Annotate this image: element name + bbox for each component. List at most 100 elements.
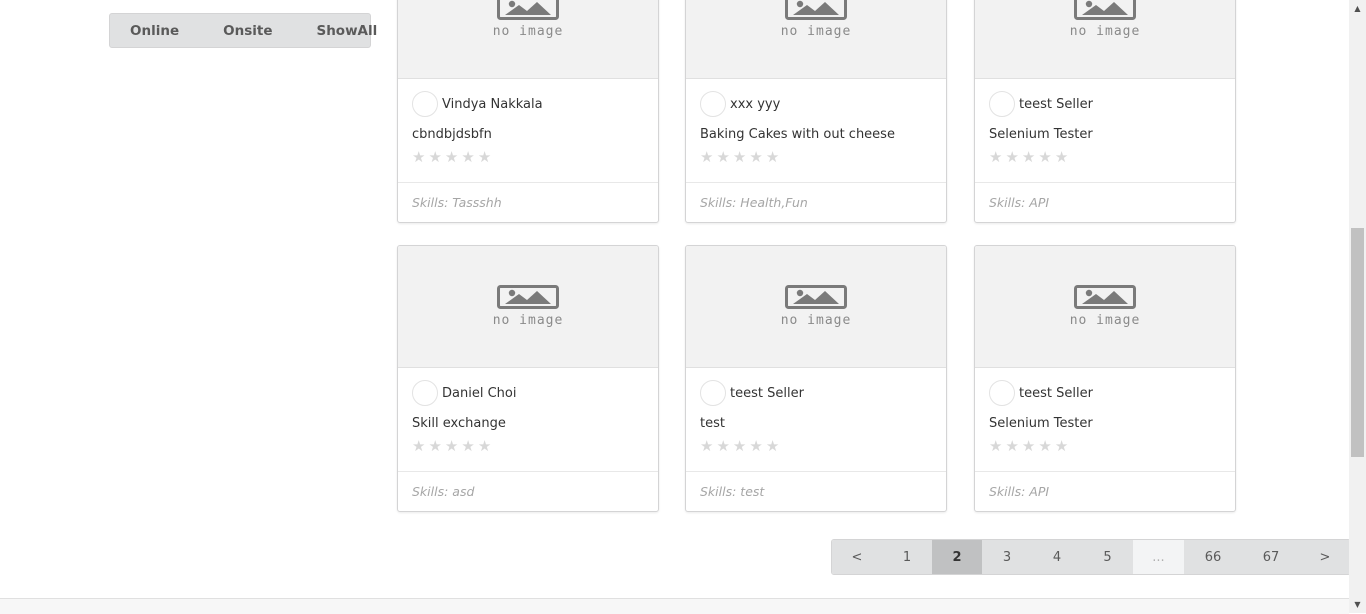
- star-icon: ★: [700, 437, 714, 455]
- image-placeholder-icon: [785, 0, 847, 20]
- image-placeholder-icon: [497, 285, 559, 309]
- no-image-caption: no image: [780, 313, 852, 328]
- avatar[interactable]: [700, 380, 726, 406]
- avatar[interactable]: [700, 91, 726, 117]
- star-icon: ★: [749, 148, 763, 166]
- service-card[interactable]: no image Vindya Nakkala cbndbjdsbfn ★ ★ ★ ★ ★ Sk…: [397, 0, 659, 223]
- seller-name[interactable]: Vindya Nakkala: [442, 97, 543, 112]
- service-card[interactable]: no image teest Seller test ★ ★ ★ ★ ★ Skills: tes…: [685, 245, 947, 512]
- seller-name[interactable]: Daniel Choi: [442, 386, 516, 401]
- pagination-page-66[interactable]: 66: [1184, 540, 1242, 574]
- service-title[interactable]: Baking Cakes with out cheese: [700, 127, 895, 142]
- star-icon: ★: [989, 437, 1003, 455]
- card-image-placeholder[interactable]: no image: [686, 0, 946, 79]
- image-placeholder-icon: [497, 0, 559, 20]
- seller-row[interactable]: Daniel Choi: [412, 380, 516, 406]
- avatar[interactable]: [412, 380, 438, 406]
- card-image-placeholder[interactable]: no image: [398, 246, 658, 368]
- service-title[interactable]: Skill exchange: [412, 416, 506, 431]
- star-icon: ★: [477, 148, 492, 166]
- star-icon: ★: [461, 148, 475, 166]
- service-card[interactable]: no image xxx yyy Baking Cakes with out che…: [685, 0, 947, 223]
- filter-online-button[interactable]: Online: [110, 14, 199, 47]
- rating-stars: ★ ★ ★ ★ ★: [412, 439, 491, 454]
- card-divider: [975, 182, 1235, 183]
- no-image-caption: no image: [1069, 313, 1141, 328]
- pagination-next-button[interactable]: >: [1300, 540, 1350, 574]
- skills-text: Skills: API: [989, 484, 1050, 499]
- vertical-scrollbar[interactable]: ▲ ▼: [1349, 0, 1366, 613]
- image-placeholder-icon: [1074, 285, 1136, 309]
- pagination: < 1 2 3 4 5 ... 66 67 >: [831, 539, 1351, 575]
- star-icon: ★: [461, 437, 475, 455]
- seller-row[interactable]: teest Seller: [989, 380, 1093, 406]
- service-title[interactable]: test: [700, 416, 725, 431]
- star-icon: ★: [1054, 148, 1069, 166]
- star-icon: ★: [1021, 148, 1036, 166]
- star-icon: ★: [1038, 437, 1052, 455]
- no-image-caption: no image: [1069, 24, 1141, 39]
- star-icon: ★: [716, 437, 730, 455]
- footer-divider: [0, 598, 1349, 614]
- seller-name[interactable]: teest Seller: [1019, 386, 1093, 401]
- image-placeholder-icon: [1074, 0, 1136, 20]
- star-icon: ★: [428, 148, 442, 166]
- avatar[interactable]: [412, 91, 438, 117]
- service-card[interactable]: no image teest Seller Selenium Tester ★ ★ ★ ★ ★…: [974, 0, 1236, 223]
- star-icon: ★: [444, 148, 459, 166]
- card-divider: [686, 471, 946, 472]
- pagination-page-3[interactable]: 3: [982, 540, 1032, 574]
- filter-onsite-button[interactable]: Onsite: [199, 14, 294, 47]
- no-image-caption: no image: [492, 313, 564, 328]
- service-title[interactable]: Selenium Tester: [989, 127, 1093, 142]
- star-icon: ★: [1005, 437, 1019, 455]
- card-image-placeholder[interactable]: no image: [686, 246, 946, 368]
- card-divider: [975, 471, 1235, 472]
- scroll-up-arrow-icon[interactable]: ▲: [1349, 0, 1366, 17]
- star-icon: ★: [444, 437, 459, 455]
- seller-name[interactable]: teest Seller: [730, 386, 804, 401]
- image-placeholder-icon: [785, 285, 847, 309]
- pagination-prev-button[interactable]: <: [832, 540, 882, 574]
- filter-show-all-button[interactable]: ShowAll: [294, 14, 397, 47]
- seller-row[interactable]: xxx yyy: [700, 91, 780, 117]
- seller-name[interactable]: teest Seller: [1019, 97, 1093, 112]
- rating-stars: ★ ★ ★ ★ ★: [412, 150, 491, 165]
- pagination-page-5[interactable]: 5: [1082, 540, 1133, 574]
- star-icon: ★: [732, 437, 747, 455]
- card-divider: [686, 182, 946, 183]
- card-divider: [398, 182, 658, 183]
- scroll-down-arrow-icon[interactable]: ▼: [1349, 596, 1366, 613]
- seller-row[interactable]: teest Seller: [989, 91, 1093, 117]
- rating-stars: ★ ★ ★ ★ ★: [700, 439, 779, 454]
- skills-text: Skills: Tassshh: [412, 195, 502, 210]
- seller-row[interactable]: Vindya Nakkala: [412, 91, 543, 117]
- service-title[interactable]: cbndbjdsbfn: [412, 127, 492, 142]
- star-icon: ★: [428, 437, 442, 455]
- service-title[interactable]: Selenium Tester: [989, 416, 1093, 431]
- star-icon: ★: [749, 437, 763, 455]
- scrollbar-thumb[interactable]: [1351, 228, 1364, 457]
- pagination-page-2[interactable]: 2: [932, 540, 982, 574]
- star-icon: ★: [477, 437, 492, 455]
- seller-row[interactable]: teest Seller: [700, 380, 804, 406]
- service-card[interactable]: no image Daniel Choi Skill exchange ★ ★ ★ ★ ★ Sk…: [397, 245, 659, 512]
- skills-text: Skills: asd: [412, 484, 475, 499]
- pagination-ellipsis: ...: [1133, 540, 1184, 574]
- card-divider: [398, 471, 658, 472]
- skills-text: Skills: API: [989, 195, 1050, 210]
- filter-button-group: Online Onsite ShowAll: [109, 13, 377, 48]
- avatar[interactable]: [989, 91, 1015, 117]
- card-image-placeholder[interactable]: no image: [398, 0, 658, 79]
- pagination-page-4[interactable]: 4: [1032, 540, 1082, 574]
- avatar[interactable]: [989, 380, 1015, 406]
- card-image-placeholder[interactable]: no image: [975, 0, 1235, 79]
- star-icon: ★: [412, 437, 426, 455]
- card-image-placeholder[interactable]: no image: [975, 246, 1235, 368]
- pagination-page-1[interactable]: 1: [882, 540, 932, 574]
- skills-text: Skills: Health,Fun: [700, 195, 808, 210]
- star-icon: ★: [1038, 148, 1052, 166]
- service-card[interactable]: no image teest Seller Selenium Tester ★ ★ ★ ★ ★…: [974, 245, 1236, 512]
- seller-name[interactable]: xxx yyy: [730, 97, 780, 112]
- pagination-page-67[interactable]: 67: [1242, 540, 1300, 574]
